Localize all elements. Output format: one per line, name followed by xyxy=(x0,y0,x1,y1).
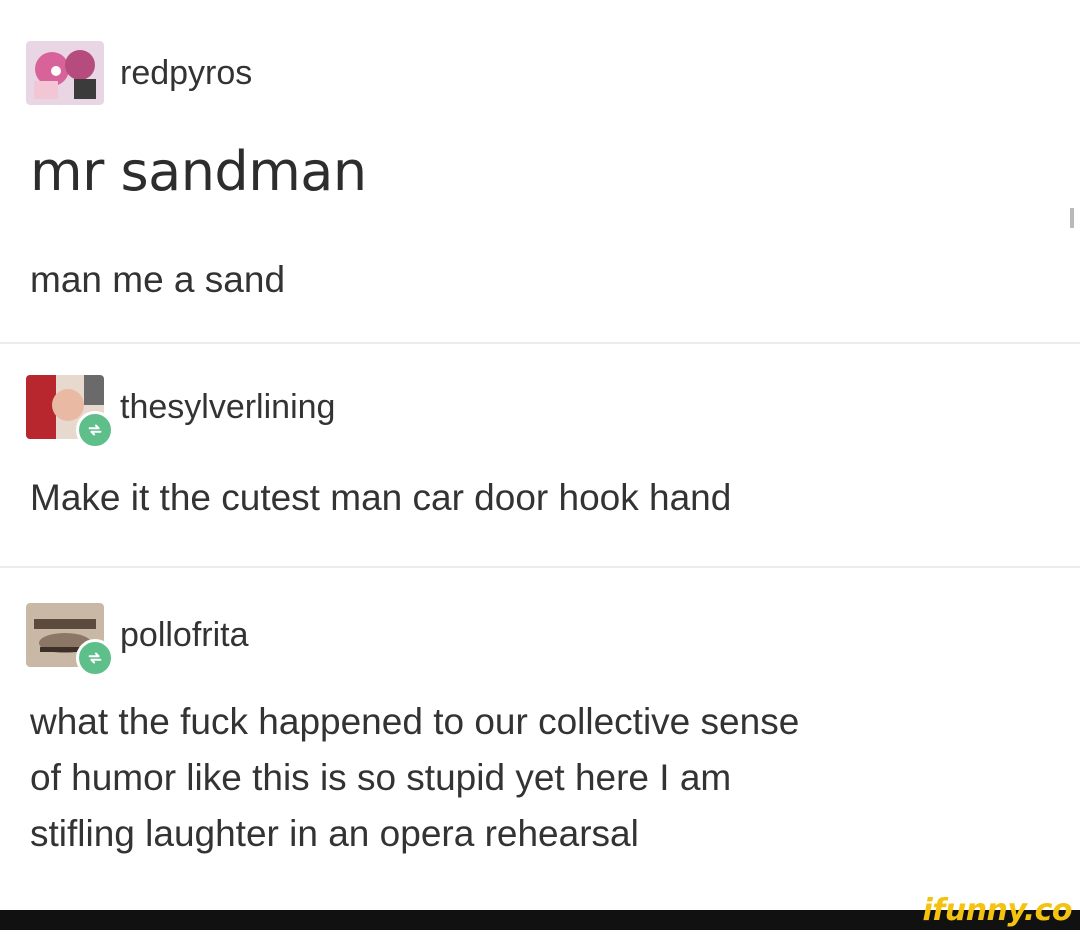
post-body-line: what the fuck happened to our collective… xyxy=(30,701,800,742)
divider xyxy=(0,342,1080,344)
post-body: Make it the cutest man car door hook han… xyxy=(30,477,732,518)
reblog-icon xyxy=(76,411,114,449)
post-header: pollofrita xyxy=(26,600,249,677)
reblog-icon xyxy=(76,639,114,677)
post-body-line: of humor like this is so stupid yet here… xyxy=(30,757,732,798)
post-body-line: stifling laughter in an opera rehearsal xyxy=(30,813,639,854)
watermark: ifunny.co xyxy=(922,893,1073,928)
username[interactable]: thesylverlining xyxy=(120,388,335,427)
anime-character-avatar-icon[interactable] xyxy=(26,41,104,105)
scrollbar[interactable] xyxy=(1070,208,1074,228)
face-avatar-icon[interactable] xyxy=(26,603,114,677)
post-title: mr sandman xyxy=(30,140,367,203)
post-header: redpyros xyxy=(26,38,252,108)
post-body: man me a sand xyxy=(30,259,286,300)
divider xyxy=(0,566,1080,568)
footer-bar xyxy=(0,910,1080,930)
username[interactable]: redpyros xyxy=(120,54,252,93)
username[interactable]: pollofrita xyxy=(120,616,249,655)
post-header: thesylverlining xyxy=(26,372,335,449)
portrait-avatar-icon[interactable] xyxy=(26,375,114,449)
